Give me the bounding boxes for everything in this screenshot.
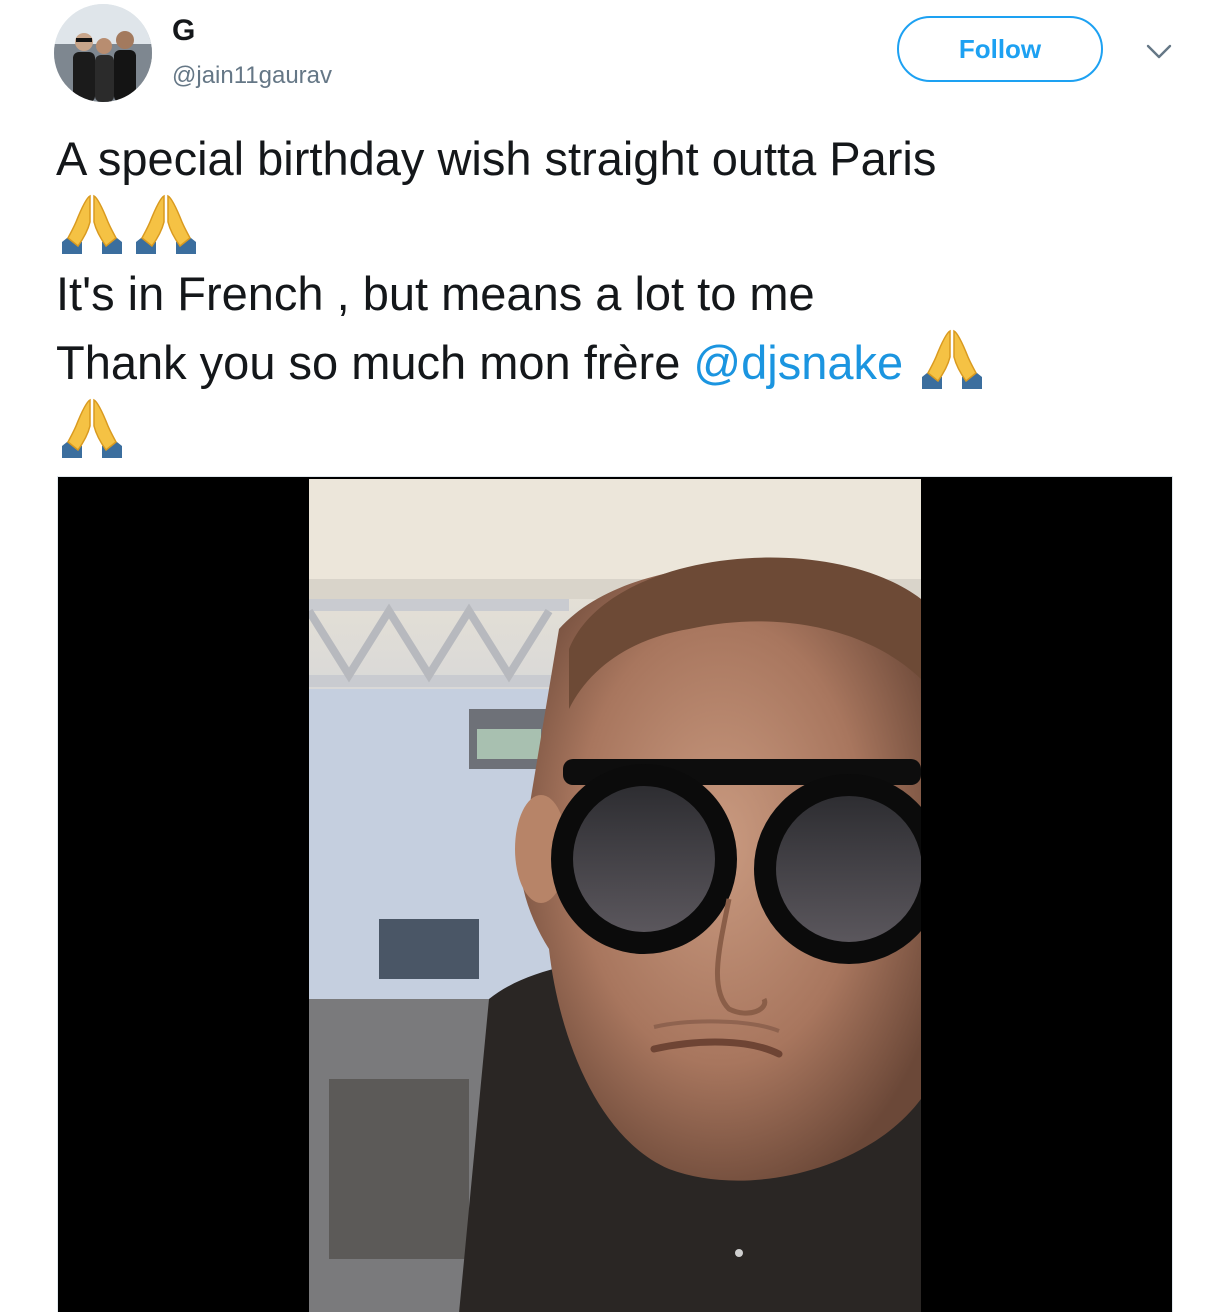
mention-link[interactable]: @djsnake (693, 336, 903, 389)
tweet-card: G @jain11gaurav Follow A special birthda… (0, 0, 1220, 1312)
tweet-line-4: Thank you so much mon frère @djsnake (56, 327, 1176, 396)
tweet-text: A special birthday wish straight outta P… (56, 126, 1176, 465)
display-name[interactable]: G (172, 14, 195, 48)
tweet-line-2 (56, 192, 1176, 261)
tweet-line-3: It's in French , but means a lot to me (56, 267, 815, 320)
follow-button[interactable]: Follow (897, 16, 1103, 82)
video-player[interactable] (57, 476, 1173, 1312)
folded-hands-emoji-icon (56, 396, 128, 458)
tweet-line-4-text: Thank you so much mon frère (56, 336, 694, 389)
avatar-image (54, 4, 152, 102)
tweet-line-5 (56, 396, 1176, 465)
folded-hands-emoji-icon (130, 192, 202, 254)
tweet-line-1: A special birthday wish straight outta P… (56, 132, 937, 185)
user-handle[interactable]: @jain11gaurav (172, 62, 332, 90)
folded-hands-emoji-icon (56, 192, 128, 254)
folded-hands-emoji-icon (916, 327, 988, 389)
chevron-down-icon[interactable] (1142, 34, 1176, 68)
avatar[interactable] (54, 4, 152, 102)
video-thumbnail (309, 479, 921, 1312)
